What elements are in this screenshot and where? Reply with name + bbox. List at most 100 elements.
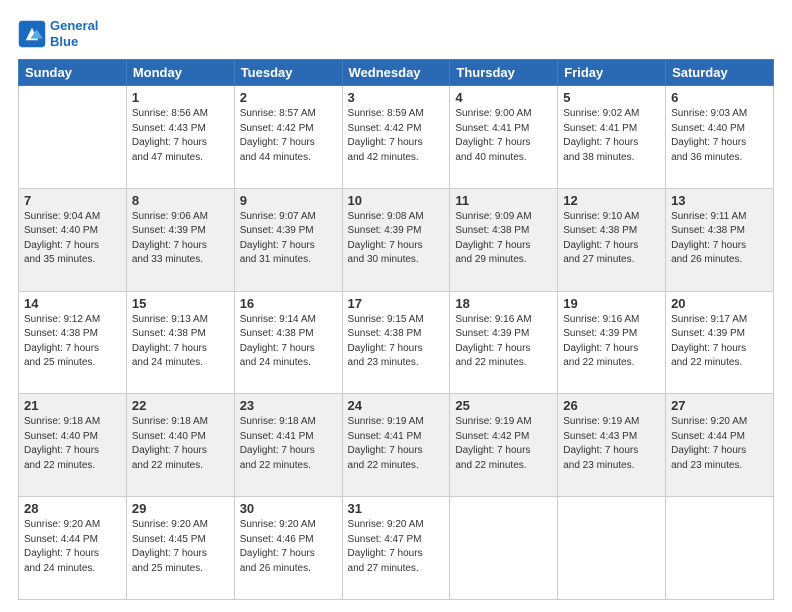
day-info: Sunrise: 8:57 AM Sunset: 4:42 PM Dayligh… (240, 107, 337, 165)
calendar-cell: 2 Sunrise: 8:57 AM Sunset: 4:42 PM Daylig… (234, 86, 342, 189)
day-number: 15 (132, 296, 229, 311)
calendar-week-row: 1 Sunrise: 8:56 AM Sunset: 4:43 PM Daylig… (19, 86, 774, 189)
day-number: 19 (563, 296, 660, 311)
calendar-cell: 19 Sunrise: 9:16 AM Sunset: 4:39 PM Dayli… (558, 291, 666, 394)
day-header: Tuesday (234, 60, 342, 86)
day-info: Sunrise: 9:12 AM Sunset: 4:38 PM Dayligh… (24, 313, 121, 371)
day-info: Sunrise: 9:16 AM Sunset: 4:39 PM Dayligh… (455, 313, 552, 371)
day-info: Sunrise: 9:15 AM Sunset: 4:38 PM Dayligh… (348, 313, 445, 371)
day-info: Sunrise: 9:08 AM Sunset: 4:39 PM Dayligh… (348, 210, 445, 268)
logo-text: General Blue (50, 18, 98, 49)
calendar-cell: 6 Sunrise: 9:03 AM Sunset: 4:40 PM Daylig… (666, 86, 774, 189)
day-number: 16 (240, 296, 337, 311)
calendar-week-row: 28 Sunrise: 9:20 AM Sunset: 4:44 PM Dayli… (19, 497, 774, 600)
calendar-cell: 17 Sunrise: 9:15 AM Sunset: 4:38 PM Dayli… (342, 291, 450, 394)
calendar-cell: 28 Sunrise: 9:20 AM Sunset: 4:44 PM Dayli… (19, 497, 127, 600)
day-info: Sunrise: 9:20 AM Sunset: 4:46 PM Dayligh… (240, 518, 337, 576)
calendar-header-row: SundayMondayTuesdayWednesdayThursdayFrid… (19, 60, 774, 86)
day-header: Sunday (19, 60, 127, 86)
day-info: Sunrise: 9:20 AM Sunset: 4:47 PM Dayligh… (348, 518, 445, 576)
day-number: 1 (132, 90, 229, 105)
day-number: 18 (455, 296, 552, 311)
day-header: Friday (558, 60, 666, 86)
day-number: 22 (132, 398, 229, 413)
day-info: Sunrise: 9:20 AM Sunset: 4:44 PM Dayligh… (24, 518, 121, 576)
calendar-cell: 29 Sunrise: 9:20 AM Sunset: 4:45 PM Dayli… (126, 497, 234, 600)
day-info: Sunrise: 9:16 AM Sunset: 4:39 PM Dayligh… (563, 313, 660, 371)
day-info: Sunrise: 9:02 AM Sunset: 4:41 PM Dayligh… (563, 107, 660, 165)
day-number: 5 (563, 90, 660, 105)
day-info: Sunrise: 8:59 AM Sunset: 4:42 PM Dayligh… (348, 107, 445, 165)
day-number: 24 (348, 398, 445, 413)
day-info: Sunrise: 9:10 AM Sunset: 4:38 PM Dayligh… (563, 210, 660, 268)
day-number: 28 (24, 501, 121, 516)
calendar-cell: 9 Sunrise: 9:07 AM Sunset: 4:39 PM Daylig… (234, 188, 342, 291)
day-number: 12 (563, 193, 660, 208)
day-number: 26 (563, 398, 660, 413)
calendar-cell: 8 Sunrise: 9:06 AM Sunset: 4:39 PM Daylig… (126, 188, 234, 291)
calendar-cell: 23 Sunrise: 9:18 AM Sunset: 4:41 PM Dayli… (234, 394, 342, 497)
calendar-cell: 3 Sunrise: 8:59 AM Sunset: 4:42 PM Daylig… (342, 86, 450, 189)
day-number: 6 (671, 90, 768, 105)
day-info: Sunrise: 9:04 AM Sunset: 4:40 PM Dayligh… (24, 210, 121, 268)
day-info: Sunrise: 9:03 AM Sunset: 4:40 PM Dayligh… (671, 107, 768, 165)
calendar-cell (19, 86, 127, 189)
day-info: Sunrise: 8:56 AM Sunset: 4:43 PM Dayligh… (132, 107, 229, 165)
header: General Blue (18, 18, 774, 49)
calendar-cell: 15 Sunrise: 9:13 AM Sunset: 4:38 PM Dayli… (126, 291, 234, 394)
calendar-cell: 26 Sunrise: 9:19 AM Sunset: 4:43 PM Dayli… (558, 394, 666, 497)
day-info: Sunrise: 9:18 AM Sunset: 4:40 PM Dayligh… (24, 415, 121, 473)
calendar-cell: 25 Sunrise: 9:19 AM Sunset: 4:42 PM Dayli… (450, 394, 558, 497)
day-info: Sunrise: 9:11 AM Sunset: 4:38 PM Dayligh… (671, 210, 768, 268)
calendar-cell: 10 Sunrise: 9:08 AM Sunset: 4:39 PM Dayli… (342, 188, 450, 291)
day-info: Sunrise: 9:07 AM Sunset: 4:39 PM Dayligh… (240, 210, 337, 268)
day-info: Sunrise: 9:20 AM Sunset: 4:45 PM Dayligh… (132, 518, 229, 576)
day-number: 8 (132, 193, 229, 208)
logo: General Blue (18, 18, 98, 49)
calendar-cell: 14Sunrise: 9:12 AM Sunset: 4:38 PM Dayli… (19, 291, 127, 394)
day-info: Sunrise: 9:13 AM Sunset: 4:38 PM Dayligh… (132, 313, 229, 371)
day-number: 13 (671, 193, 768, 208)
day-number: 10 (348, 193, 445, 208)
calendar-cell: 7Sunrise: 9:04 AM Sunset: 4:40 PM Daylig… (19, 188, 127, 291)
day-info: Sunrise: 9:17 AM Sunset: 4:39 PM Dayligh… (671, 313, 768, 371)
day-header: Monday (126, 60, 234, 86)
day-number: 31 (348, 501, 445, 516)
day-number: 3 (348, 90, 445, 105)
day-info: Sunrise: 9:06 AM Sunset: 4:39 PM Dayligh… (132, 210, 229, 268)
day-info: Sunrise: 9:19 AM Sunset: 4:42 PM Dayligh… (455, 415, 552, 473)
day-number: 23 (240, 398, 337, 413)
day-number: 11 (455, 193, 552, 208)
day-number: 9 (240, 193, 337, 208)
calendar-cell: 21Sunrise: 9:18 AM Sunset: 4:40 PM Dayli… (19, 394, 127, 497)
calendar-cell: 12 Sunrise: 9:10 AM Sunset: 4:38 PM Dayli… (558, 188, 666, 291)
calendar-cell (558, 497, 666, 600)
day-number: 4 (455, 90, 552, 105)
calendar-cell: 18 Sunrise: 9:16 AM Sunset: 4:39 PM Dayli… (450, 291, 558, 394)
day-header: Saturday (666, 60, 774, 86)
calendar-cell: 30 Sunrise: 9:20 AM Sunset: 4:46 PM Dayli… (234, 497, 342, 600)
day-info: Sunrise: 9:14 AM Sunset: 4:38 PM Dayligh… (240, 313, 337, 371)
day-info: Sunrise: 9:18 AM Sunset: 4:41 PM Dayligh… (240, 415, 337, 473)
day-info: Sunrise: 9:00 AM Sunset: 4:41 PM Dayligh… (455, 107, 552, 165)
day-number: 17 (348, 296, 445, 311)
calendar-cell: 11Sunrise: 9:09 AM Sunset: 4:38 PM Dayli… (450, 188, 558, 291)
calendar-table: SundayMondayTuesdayWednesdayThursdayFrid… (18, 59, 774, 600)
day-number: 25 (455, 398, 552, 413)
calendar-cell: 16 Sunrise: 9:14 AM Sunset: 4:38 PM Dayli… (234, 291, 342, 394)
day-header: Thursday (450, 60, 558, 86)
calendar-cell (450, 497, 558, 600)
day-info: Sunrise: 9:20 AM Sunset: 4:44 PM Dayligh… (671, 415, 768, 473)
day-number: 29 (132, 501, 229, 516)
day-number: 2 (240, 90, 337, 105)
day-number: 27 (671, 398, 768, 413)
day-number: 30 (240, 501, 337, 516)
day-info: Sunrise: 9:18 AM Sunset: 4:40 PM Dayligh… (132, 415, 229, 473)
calendar-week-row: 14Sunrise: 9:12 AM Sunset: 4:38 PM Dayli… (19, 291, 774, 394)
calendar-cell: 31 Sunrise: 9:20 AM Sunset: 4:47 PM Dayli… (342, 497, 450, 600)
calendar-cell: 20Sunrise: 9:17 AM Sunset: 4:39 PM Dayli… (666, 291, 774, 394)
day-info: Sunrise: 9:19 AM Sunset: 4:43 PM Dayligh… (563, 415, 660, 473)
page: General Blue SundayMondayTuesdayWednesda… (0, 0, 792, 612)
calendar-cell: 24Sunrise: 9:19 AM Sunset: 4:41 PM Dayli… (342, 394, 450, 497)
calendar-cell: 5 Sunrise: 9:02 AM Sunset: 4:41 PM Daylig… (558, 86, 666, 189)
